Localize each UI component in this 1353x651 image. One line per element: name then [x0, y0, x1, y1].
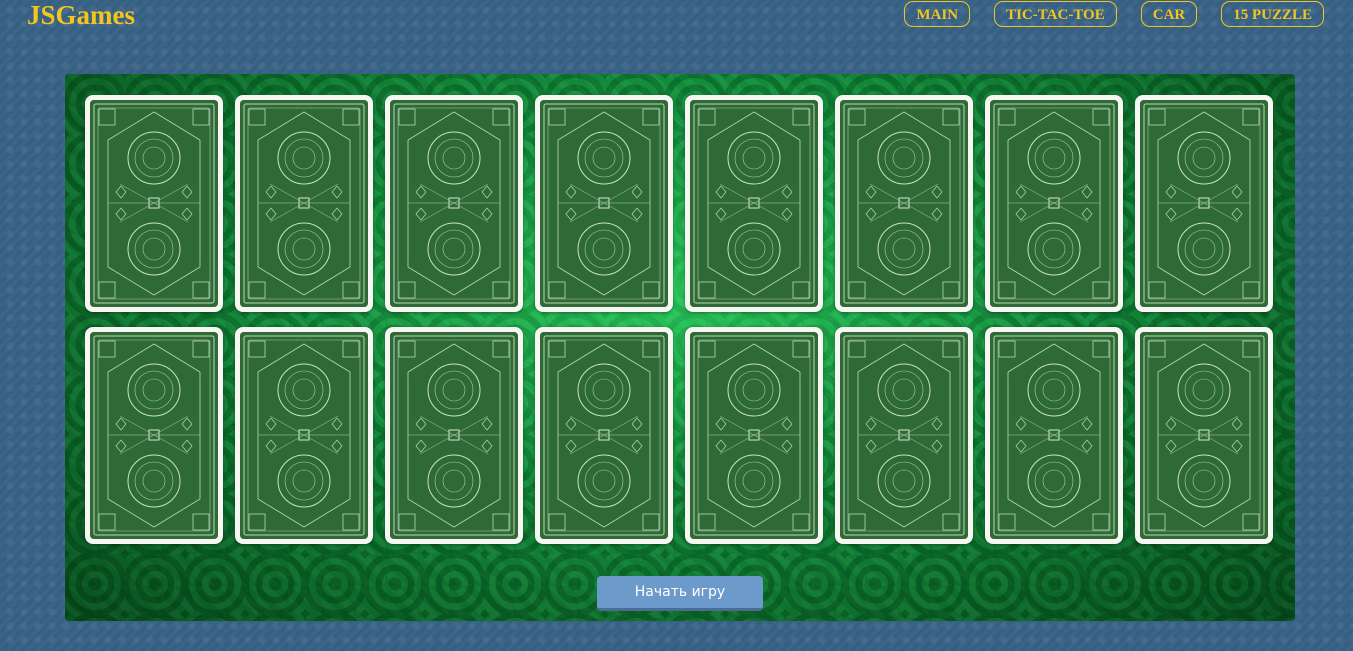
start-game-button[interactable]: Начать игру — [597, 576, 763, 611]
card-back-pattern — [390, 100, 518, 307]
card[interactable] — [835, 95, 973, 312]
nav-15-puzzle-button[interactable]: 15 PUZZLE — [1221, 1, 1324, 27]
nav-car-button[interactable]: CAR — [1140, 1, 1198, 27]
card-back-pattern — [990, 332, 1118, 539]
card[interactable] — [985, 95, 1123, 312]
card-back-pattern — [540, 332, 668, 539]
top-nav: MAIN TIC-TAC-TOE CAR 15 PUZZLE — [904, 1, 1324, 27]
card-back-pattern — [1140, 332, 1268, 539]
card-back-pattern — [990, 100, 1118, 307]
card[interactable] — [685, 95, 823, 312]
card[interactable] — [985, 327, 1123, 544]
nav-tic-tac-toe-button[interactable]: TIC-TAC-TOE — [994, 1, 1117, 27]
card[interactable] — [385, 95, 523, 312]
card[interactable] — [385, 327, 523, 544]
card-back-pattern — [390, 332, 518, 539]
game-board: Начать игру — [65, 74, 1295, 621]
card-back-pattern — [90, 332, 218, 539]
card[interactable] — [535, 95, 673, 312]
card[interactable] — [685, 327, 823, 544]
card[interactable] — [1135, 327, 1273, 544]
card-back-pattern — [90, 100, 218, 307]
card-back-pattern — [690, 100, 818, 307]
card-back-pattern — [240, 332, 368, 539]
card-back-pattern — [690, 332, 818, 539]
card[interactable] — [835, 327, 973, 544]
card[interactable] — [85, 327, 223, 544]
card[interactable] — [235, 95, 373, 312]
card[interactable] — [235, 327, 373, 544]
card-back-pattern — [540, 100, 668, 307]
card[interactable] — [535, 327, 673, 544]
nav-main-button[interactable]: MAIN — [904, 1, 971, 27]
card[interactable] — [1135, 95, 1273, 312]
site-logo[interactable]: JSGames — [27, 0, 135, 30]
card-back-pattern — [1140, 100, 1268, 307]
card[interactable] — [85, 95, 223, 312]
card-back-pattern — [240, 100, 368, 307]
card-back-pattern — [840, 332, 968, 539]
card-back-pattern — [840, 100, 968, 307]
